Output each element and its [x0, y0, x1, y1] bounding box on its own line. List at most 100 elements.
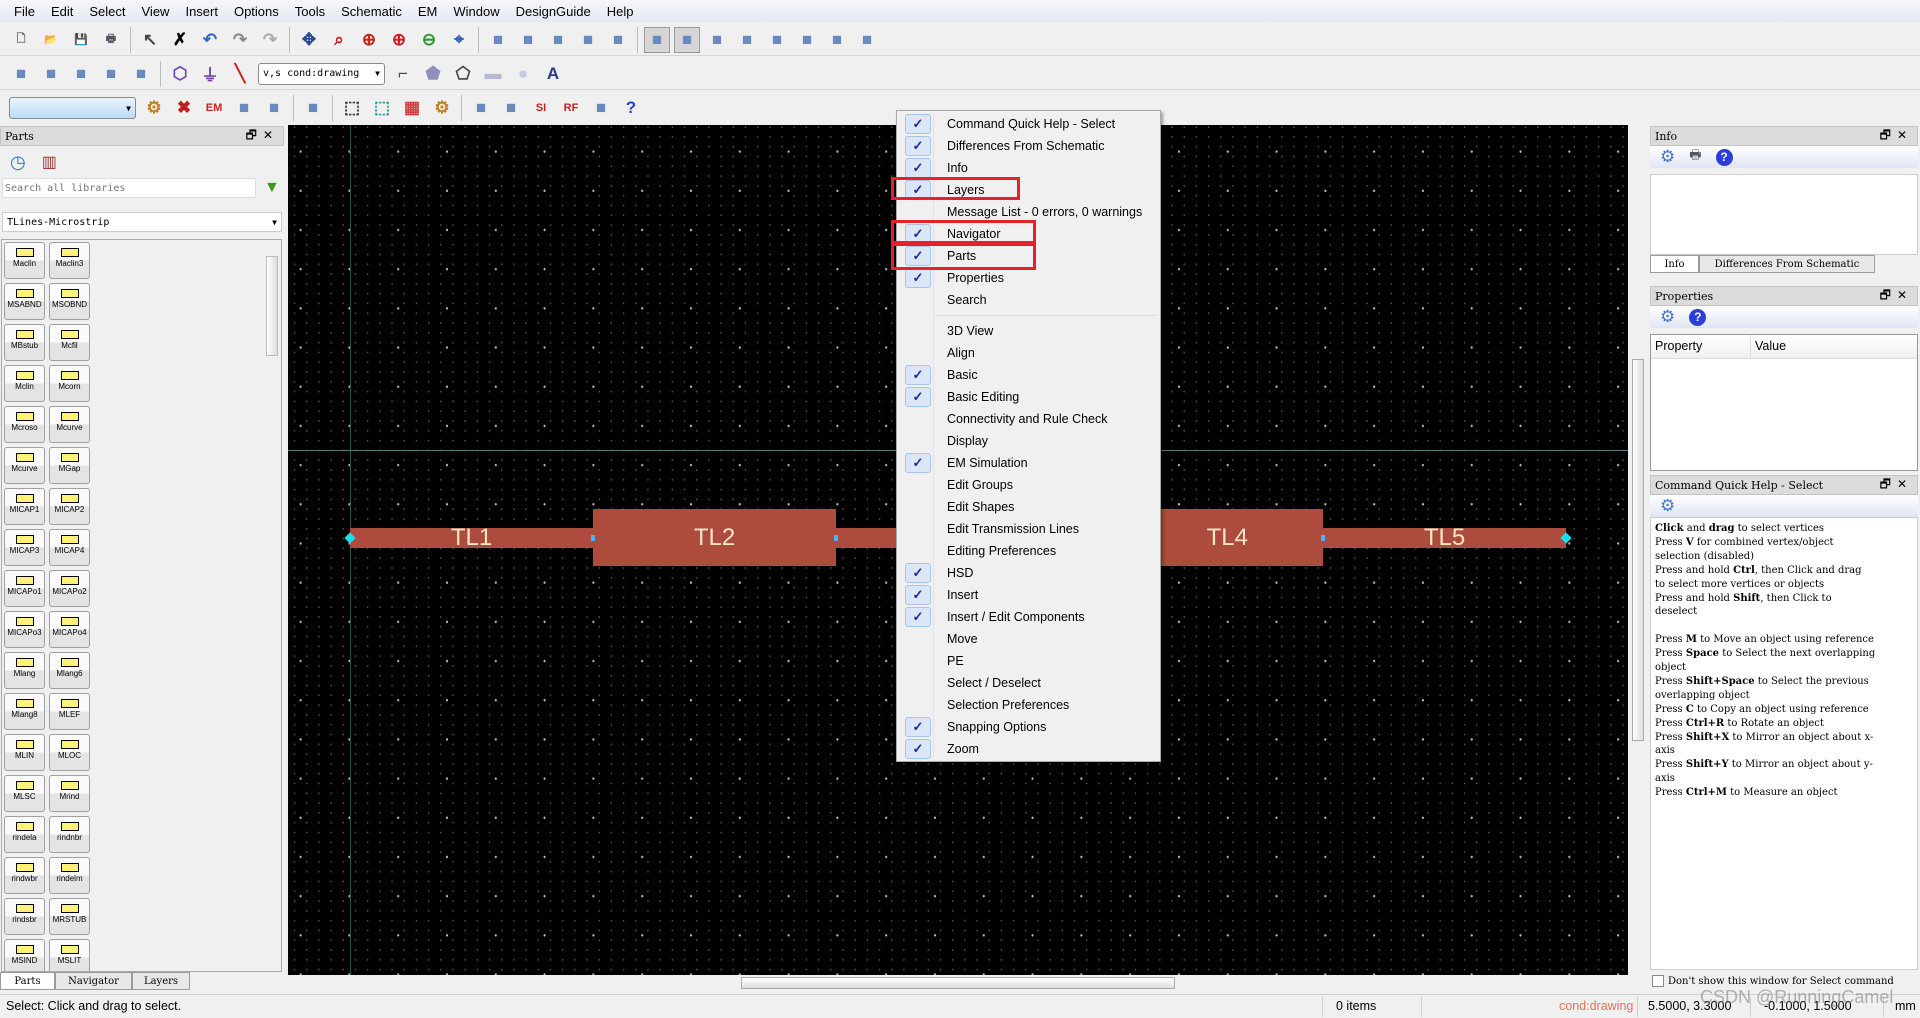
trace-icon[interactable]: ⌐: [390, 61, 416, 87]
print-icon[interactable]: 🖶: [1689, 146, 1701, 168]
menu-item-differences-from-schematic[interactable]: ✓ Differences From Schematic: [899, 135, 1158, 157]
part-tile-mcorn[interactable]: Mcorn: [49, 365, 90, 402]
canvas-vertical-scrollbar[interactable]: [1630, 125, 1646, 975]
si-pi-icon[interactable]: SI: [528, 95, 554, 121]
canvas-horizontal-scrollbar[interactable]: [288, 975, 1628, 991]
help-question-icon[interactable]: ?: [618, 95, 644, 121]
menu-insert[interactable]: Insert: [177, 4, 226, 19]
port-editor-icon[interactable]: ■: [300, 95, 326, 121]
align-center-icon[interactable]: ■: [515, 27, 541, 53]
rectangle-icon[interactable]: ▬: [480, 61, 506, 87]
snap-midpoint-icon[interactable]: ■: [734, 27, 760, 53]
gear-icon[interactable]: ⚙: [1660, 307, 1675, 327]
port-icon[interactable]: ⬡: [167, 61, 193, 87]
tab-navigator[interactable]: Navigator: [55, 972, 132, 990]
tline-tl5[interactable]: TL5: [1323, 524, 1566, 551]
menu-item-edit-groups[interactable]: Edit Groups: [899, 474, 1158, 496]
3d-solid-icon[interactable]: ⬚: [369, 95, 395, 121]
menu-edit[interactable]: Edit: [43, 4, 81, 19]
ground-icon[interactable]: ⏚: [197, 61, 223, 87]
sim-r17-icon[interactable]: ■: [8, 61, 34, 87]
select-edge-icon[interactable]: ■: [674, 26, 700, 53]
tline-tl4[interactable]: TL4: [1148, 509, 1323, 566]
part-tile-mlin[interactable]: MLIN: [4, 734, 45, 771]
3d-wire-icon[interactable]: ⬚: [339, 95, 365, 121]
panel-float-close-icons[interactable]: 🗗✕: [246, 126, 283, 147]
zoom-area-icon[interactable]: ⌕: [326, 27, 352, 53]
line-draw-icon[interactable]: ╲: [227, 61, 253, 87]
snap-node-icon[interactable]: ■: [704, 27, 730, 53]
align-flip-icon[interactable]: ■: [545, 27, 571, 53]
snap-port-icon[interactable]: ⌖: [446, 27, 472, 53]
part-tile-mclin[interactable]: Mclin: [4, 365, 45, 402]
part-tile-mgap[interactable]: MGap: [49, 447, 90, 484]
part-tile-rindelm[interactable]: rindelm: [49, 857, 90, 894]
align-left-icon[interactable]: ■: [485, 27, 511, 53]
menu-item-align[interactable]: Align: [899, 342, 1158, 364]
menu-window[interactable]: Window: [445, 4, 507, 19]
menu-item-pe[interactable]: PE: [899, 650, 1158, 672]
panel-float-close-icons[interactable]: 🗗✕: [1880, 286, 1917, 307]
snap-end-icon[interactable]: ■: [764, 27, 790, 53]
tline-calc-icon[interactable]: ■: [498, 95, 524, 121]
circle-icon[interactable]: ●: [510, 61, 536, 87]
menu-item-zoom[interactable]: ✓ Zoom: [899, 738, 1158, 760]
part-tile-mbstub[interactable]: MBstub: [4, 324, 45, 361]
select-arrow-icon[interactable]: ↖: [137, 27, 163, 53]
snap-grid-icon[interactable]: ■: [854, 27, 880, 53]
download-green-icon[interactable]: ■: [68, 61, 94, 87]
tline-tl1[interactable]: TL1: [350, 524, 593, 551]
em-setup-icon[interactable]: ⚙: [141, 95, 167, 121]
menu-item-edit-shapes[interactable]: Edit Shapes: [899, 496, 1158, 518]
help-icon[interactable]: ?: [1715, 148, 1733, 166]
part-tile-rindela[interactable]: rindela: [4, 816, 45, 853]
menu-select[interactable]: Select: [81, 4, 133, 19]
menu-help[interactable]: Help: [599, 4, 642, 19]
scrollbar-thumb[interactable]: [741, 977, 1175, 989]
dont-show-checkbox[interactable]: [1652, 975, 1664, 987]
parts-scrollbar[interactable]: [265, 240, 279, 971]
download-blue-icon[interactable]: ■: [128, 61, 154, 87]
part-tile-mcfil[interactable]: Mcfil: [49, 324, 90, 361]
menu-item-snapping-options[interactable]: ✓ Snapping Options: [899, 716, 1158, 738]
menu-schematic[interactable]: Schematic: [333, 4, 410, 19]
menu-item-command-quick-help-select[interactable]: ✓ Command Quick Help - Select: [899, 113, 1158, 135]
column-header-value[interactable]: Value: [1751, 335, 1790, 358]
via-icon[interactable]: ■: [261, 95, 287, 121]
menu-item-basic[interactable]: ✓ Basic: [899, 364, 1158, 386]
upload-grey-icon[interactable]: ■: [98, 61, 124, 87]
undo-icon[interactable]: ↶: [197, 27, 223, 53]
select-vertex-icon[interactable]: ■: [644, 26, 670, 53]
z50-calc-icon[interactable]: ■: [468, 95, 494, 121]
menu-item-select-deselect[interactable]: Select / Deselect: [899, 672, 1158, 694]
menu-item-search[interactable]: Search: [899, 289, 1158, 311]
part-tile-micap3[interactable]: MICAP3: [4, 529, 45, 566]
align-split-icon[interactable]: ■: [605, 27, 631, 53]
library-select[interactable]: TLines-Microstrip ▼: [2, 212, 282, 232]
part-tile-micapo3[interactable]: MICAPo3: [4, 611, 45, 648]
align-vertical-icon[interactable]: ■: [575, 27, 601, 53]
part-tile-mrind[interactable]: Mrind: [49, 775, 90, 812]
new-file-icon[interactable]: 🗋: [8, 27, 34, 53]
part-tile-msind[interactable]: MSIND: [4, 939, 45, 971]
menu-item-connectivity-and-rule-check[interactable]: Connectivity and Rule Check: [899, 408, 1158, 430]
part-tile-mloc[interactable]: MLOC: [49, 734, 90, 771]
menu-item-selection-preferences[interactable]: Selection Preferences: [899, 694, 1158, 716]
part-tile-mlsc[interactable]: MLSC: [4, 775, 45, 812]
menu-tools[interactable]: Tools: [287, 4, 333, 19]
menu-view[interactable]: View: [134, 4, 178, 19]
menu-item-basic-editing[interactable]: ✓ Basic Editing: [899, 386, 1158, 408]
3d-color-icon[interactable]: ▦: [399, 95, 425, 121]
part-tile-msabnd[interactable]: MSABND: [4, 283, 45, 320]
print-icon[interactable]: 🖶: [98, 27, 124, 53]
part-tile-mlang[interactable]: Mlang: [4, 652, 45, 689]
em-remove-icon[interactable]: ✖: [171, 95, 197, 121]
part-tile-micap1[interactable]: MICAP1: [4, 488, 45, 525]
menu-item-move[interactable]: Move: [899, 628, 1158, 650]
redo-icon[interactable]: ↷: [227, 27, 253, 53]
save-icon[interactable]: 💾: [68, 27, 94, 53]
sim-r17-small-icon[interactable]: ■: [38, 61, 64, 87]
plugin-icon[interactable]: ■: [588, 95, 614, 121]
part-tile-maclin[interactable]: Maclin: [4, 242, 45, 279]
panel-float-close-icons[interactable]: 🗗✕: [1880, 475, 1917, 496]
